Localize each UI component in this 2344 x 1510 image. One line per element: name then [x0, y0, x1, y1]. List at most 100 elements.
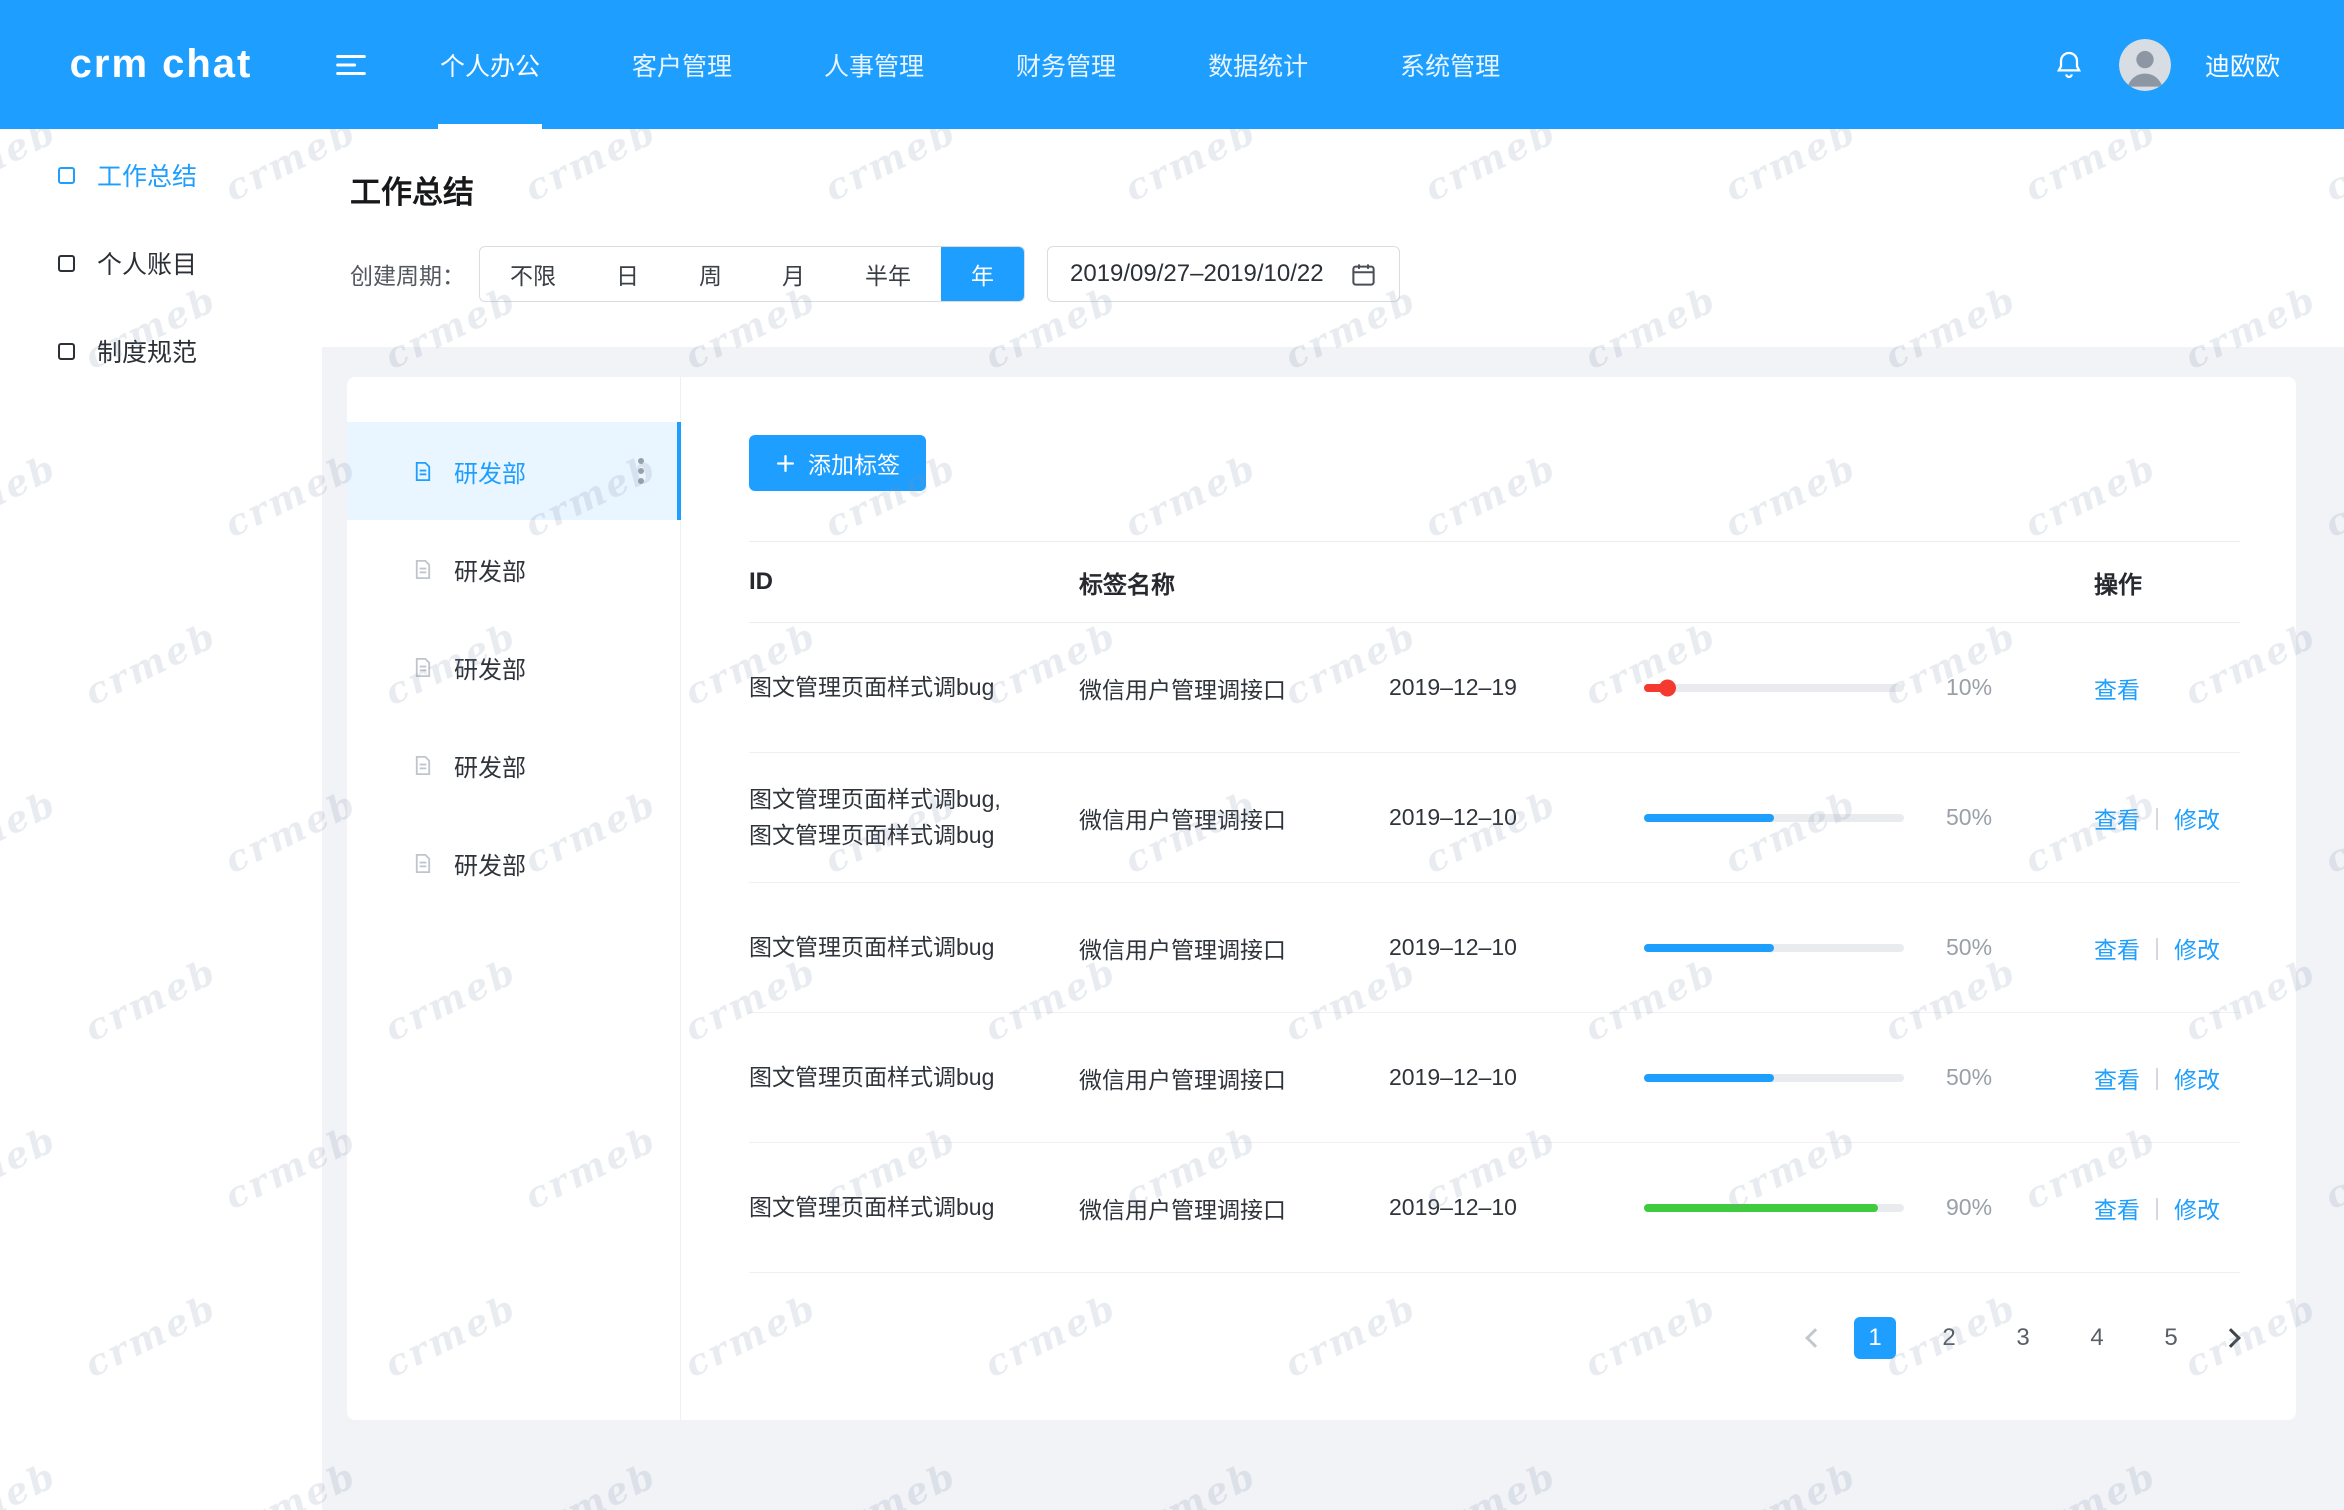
action-separator: |	[2154, 934, 2160, 961]
date-range-value: 2019/09/27–2019/10/22	[1070, 260, 1324, 288]
tag-name-cell: 微信用户管理调接口	[1079, 931, 1389, 965]
tag-name-cell: 微信用户管理调接口	[1079, 671, 1389, 705]
table-row: 图文管理页面样式调bug 微信用户管理调接口 2019–12–19 10% 查看	[749, 623, 2240, 753]
nav-item-data-stats[interactable]: 数据统计	[1162, 0, 1354, 129]
progress-percent: 50%	[1924, 804, 2034, 831]
view-link[interactable]: 查看	[2094, 801, 2140, 835]
nav-item-hr-mgmt[interactable]: 人事管理	[778, 0, 970, 129]
nav-item-personal-office[interactable]: 个人办公	[394, 0, 586, 129]
department-label: 研发部	[454, 650, 654, 685]
sidebar: 工作总结 个人账目 制度规范	[0, 129, 322, 1510]
table-row: 图文管理页面样式调bug, 图文管理页面样式调bug 微信用户管理调接口 201…	[749, 753, 2240, 883]
department-list: 研发部 研发部 研发部 研发部 研发部	[347, 377, 681, 1420]
plus-icon	[775, 453, 796, 474]
progress-bar	[1644, 944, 1924, 952]
task-id-cell: 图文管理页面样式调bug	[749, 670, 1079, 706]
sidebar-item-work-summary[interactable]: 工作总结	[0, 131, 322, 219]
department-item[interactable]: 研发部	[347, 618, 680, 716]
progress-bar	[1644, 684, 1924, 692]
progress-fill	[1644, 1204, 1878, 1212]
period-option-month[interactable]: 月	[752, 247, 835, 301]
tag-name-cell: 微信用户管理调接口	[1079, 1061, 1389, 1095]
department-item[interactable]: 研发部	[347, 716, 680, 814]
view-link[interactable]: 查看	[2094, 931, 2140, 965]
header-tag-name: 标签名称	[1079, 565, 1389, 600]
pagination-page-1[interactable]: 1	[1854, 1317, 1896, 1359]
main-area: 工作总结 创建周期： 不限 日 周 月 半年 年 2019/09/27–2019…	[322, 129, 2344, 1510]
task-id-cell: 图文管理页面样式调bug	[749, 1060, 1079, 1096]
add-tag-button[interactable]: 添加标签	[749, 435, 926, 491]
nav-label: 个人办公	[440, 47, 540, 83]
progress-percent: 50%	[1924, 1064, 2034, 1091]
row-actions: 查看 | 修改	[2034, 1191, 2240, 1225]
department-item[interactable]: 研发部	[347, 422, 680, 520]
square-doc-icon	[58, 255, 75, 272]
progress-percent: 90%	[1924, 1194, 2034, 1221]
document-icon	[411, 460, 434, 483]
page-header-section: 工作总结 创建周期： 不限 日 周 月 半年 年 2019/09/27–2019…	[322, 129, 2344, 347]
action-separator: |	[2154, 1194, 2160, 1221]
progress-bar	[1644, 1204, 1924, 1212]
date-cell: 2019–12–10	[1389, 1194, 1644, 1221]
progress-percent: 10%	[1924, 674, 2034, 701]
nav-item-finance-mgmt[interactable]: 财务管理	[970, 0, 1162, 129]
avatar[interactable]	[2119, 39, 2171, 91]
view-link[interactable]: 查看	[2094, 1191, 2140, 1225]
document-icon	[411, 852, 434, 875]
view-link[interactable]: 查看	[2094, 671, 2140, 705]
progress-fill	[1644, 814, 1774, 822]
progress-track	[1644, 1074, 1904, 1082]
department-item[interactable]: 研发部	[347, 814, 680, 912]
edit-link[interactable]: 修改	[2174, 1191, 2220, 1225]
nav-label: 财务管理	[1016, 47, 1116, 83]
pagination-page-4[interactable]: 4	[2076, 1317, 2118, 1359]
date-range-input[interactable]: 2019/09/27–2019/10/22	[1047, 246, 1400, 302]
pagination-page-2[interactable]: 2	[1928, 1317, 1970, 1359]
collapse-menu-icon[interactable]	[334, 50, 368, 80]
nav-item-system-mgmt[interactable]: 系统管理	[1354, 0, 1546, 129]
tags-table: ID 标签名称 操作 图文管理页面样式调bug 微信用户管理调接口 2019–1…	[749, 541, 2240, 1273]
more-options-icon[interactable]	[638, 468, 644, 474]
tag-name-cell: 微信用户管理调接口	[1079, 1191, 1389, 1225]
edit-link[interactable]: 修改	[2174, 801, 2220, 835]
action-separator: |	[2154, 1064, 2160, 1091]
tags-content: 添加标签 ID 标签名称 操作 图文管理页面样式调bug 微信用户管理调接	[681, 377, 2296, 1420]
date-cell: 2019–12–10	[1389, 804, 1644, 831]
sidebar-item-rules[interactable]: 制度规范	[0, 307, 322, 395]
document-icon	[411, 656, 434, 679]
view-link[interactable]: 查看	[2094, 1061, 2140, 1095]
nav-label: 系统管理	[1400, 47, 1500, 83]
pagination-next-icon[interactable]	[2221, 1328, 2241, 1348]
nav-item-customer-mgmt[interactable]: 客户管理	[586, 0, 778, 129]
edit-link[interactable]: 修改	[2174, 1061, 2220, 1095]
department-label: 研发部	[454, 748, 654, 783]
sidebar-item-label: 个人账目	[97, 245, 197, 281]
period-option-half-year[interactable]: 半年	[835, 247, 941, 301]
sidebar-item-personal-account[interactable]: 个人账目	[0, 219, 322, 307]
period-option-year[interactable]: 年	[941, 247, 1024, 301]
progress-bar	[1644, 814, 1924, 822]
period-option-unlimited[interactable]: 不限	[480, 247, 586, 301]
date-cell: 2019–12–10	[1389, 1064, 1644, 1091]
period-option-week[interactable]: 周	[669, 247, 752, 301]
pagination-prev-icon[interactable]	[1805, 1328, 1825, 1348]
header-action: 操作	[2034, 565, 2240, 600]
progress-track	[1644, 684, 1904, 692]
progress-fill	[1644, 684, 1670, 692]
edit-link[interactable]: 修改	[2174, 931, 2220, 965]
notification-bell-icon[interactable]	[2053, 49, 2085, 81]
progress-percent: 50%	[1924, 934, 2034, 961]
task-id-cell: 图文管理页面样式调bug	[749, 930, 1079, 966]
row-actions: 查看	[2034, 671, 2240, 705]
header-right: 迪欧欧	[2053, 39, 2344, 91]
logo-area: crm chat	[0, 42, 322, 87]
user-name[interactable]: 迪欧欧	[2205, 47, 2280, 83]
period-option-day[interactable]: 日	[586, 247, 669, 301]
filter-row: 创建周期： 不限 日 周 月 半年 年 2019/09/27–2019/10/2…	[350, 246, 2344, 302]
department-item[interactable]: 研发部	[347, 520, 680, 618]
pagination-page-5[interactable]: 5	[2150, 1317, 2192, 1359]
nav-label: 数据统计	[1208, 47, 1308, 83]
pagination-page-3[interactable]: 3	[2002, 1317, 2044, 1359]
period-segmented-control: 不限 日 周 月 半年 年	[479, 246, 1025, 302]
table-row: 图文管理页面样式调bug 微信用户管理调接口 2019–12–10 50% 查看…	[749, 1013, 2240, 1143]
